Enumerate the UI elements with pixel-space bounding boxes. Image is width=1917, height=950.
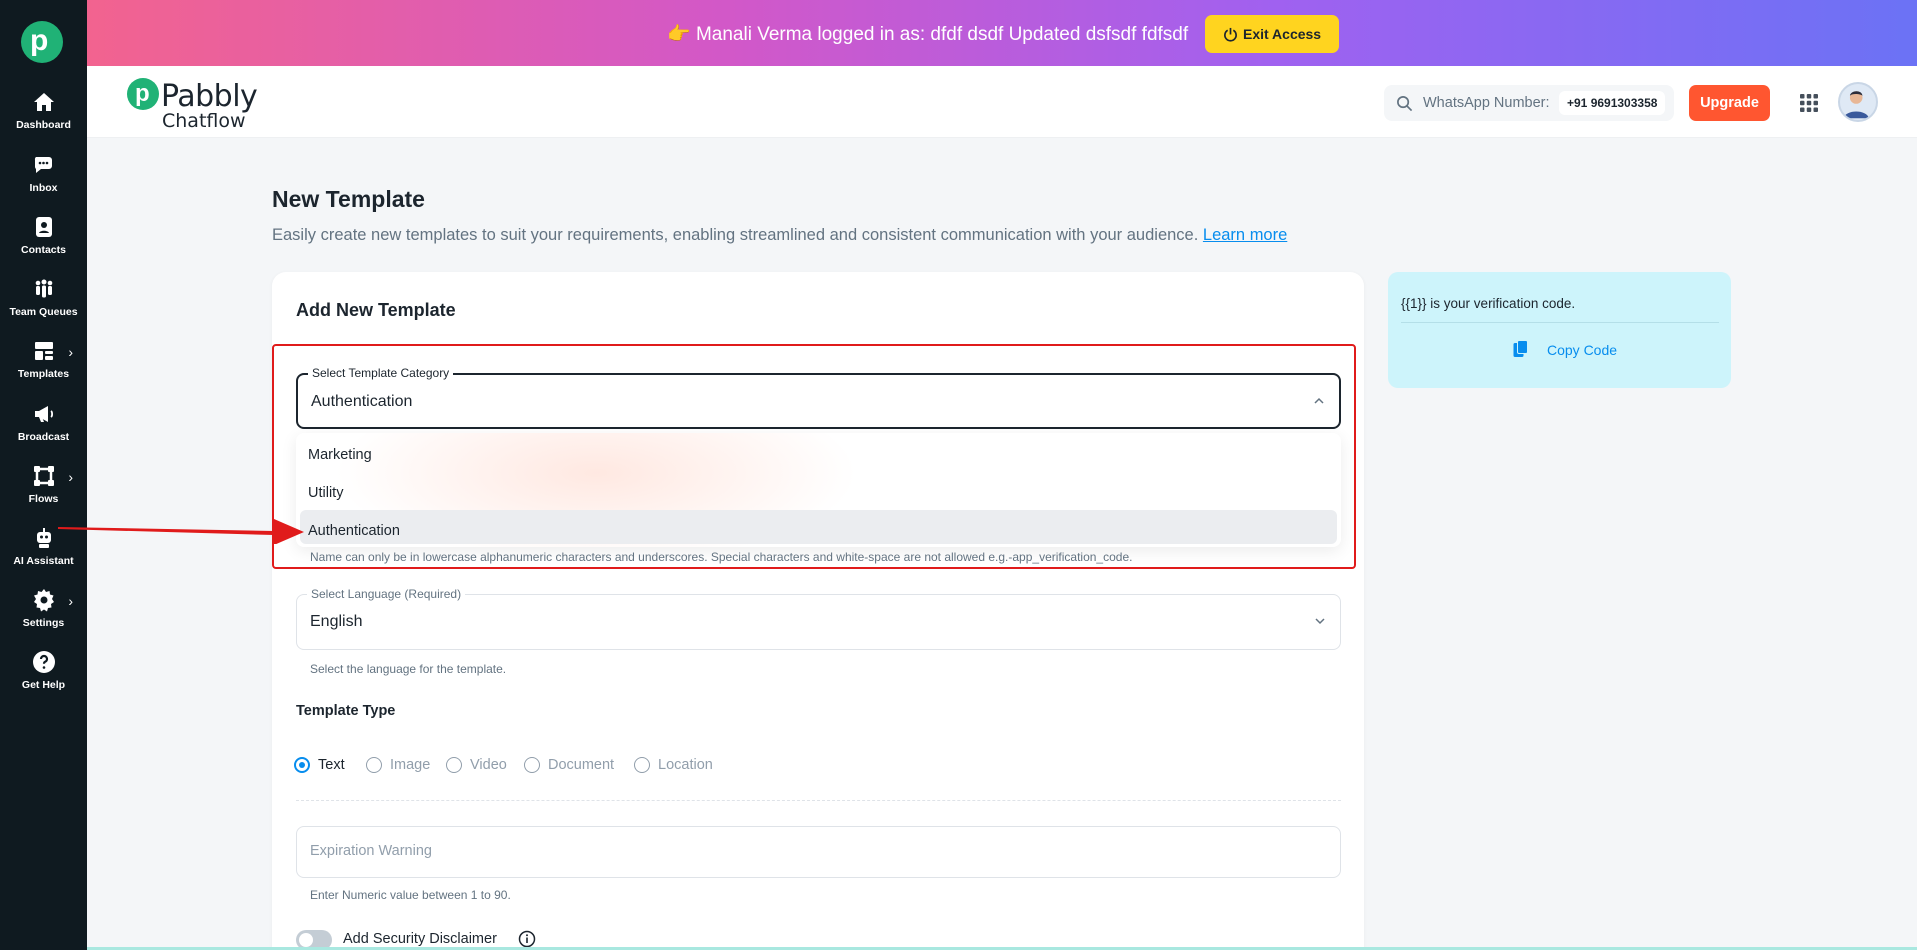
security-disclaimer-label: Add Security Disclaimer — [343, 931, 497, 947]
card-title: Add New Template — [296, 300, 456, 320]
gear-icon — [33, 589, 54, 612]
pointing-hand-icon: 👉 — [667, 24, 691, 45]
sidebar-item-label: AI Assistant — [13, 555, 74, 567]
sidebar-item-label: Get Help — [21, 679, 66, 691]
section-divider — [296, 800, 1341, 801]
copy-icon — [1513, 340, 1528, 357]
search-icon — [1397, 96, 1413, 112]
radio-label: Location — [658, 757, 713, 773]
sidebar-item-contacts[interactable]: Contacts — [0, 215, 87, 271]
chevron-right-icon: › — [68, 344, 73, 360]
language-label: Select Language (Required) — [307, 587, 466, 601]
language-select[interactable]: Select Language (Required) English — [296, 587, 1341, 650]
banner-text: Manali Verma logged in as: dfdf dsdf Upd… — [695, 24, 1189, 45]
annotation-arrow-icon — [58, 519, 304, 544]
page-title: New Template — [272, 186, 425, 212]
help-icon — [32, 651, 55, 673]
sidebar-item-templates[interactable]: Templates › — [0, 339, 87, 395]
chat-icon — [34, 157, 52, 173]
chevron-right-icon: › — [68, 593, 73, 609]
page-subtitle-text: Easily create new templates to suit your… — [272, 226, 1199, 244]
radio-label: Text — [318, 757, 345, 773]
sidebar-item-broadcast[interactable]: Broadcast — [0, 402, 87, 458]
radio-unchecked-icon — [524, 757, 540, 773]
language-helper-text: Select the language for the template. — [310, 662, 507, 676]
top-header: p Pabbly Chatflow WhatsApp Number: +91 9… — [87, 66, 1917, 138]
sidebar-item-label: Team Queues — [9, 306, 78, 318]
chevron-down-icon — [1315, 618, 1325, 625]
radio-unchecked-icon — [366, 757, 382, 773]
brand-subtitle: Chatflow — [162, 110, 246, 132]
radio-unchecked-icon — [634, 757, 650, 773]
copy-code-label: Copy Code — [1547, 342, 1618, 358]
template-preview: {{1}} is your verification code. Copy Co… — [1388, 272, 1731, 388]
upgrade-button[interactable]: Upgrade — [1689, 85, 1770, 121]
info-icon[interactable] — [518, 930, 536, 948]
whatsapp-number-label: WhatsApp Number: — [1423, 95, 1550, 111]
home-icon — [33, 93, 54, 111]
sidebar-item-inbox[interactable]: Inbox — [0, 153, 87, 209]
expiration-warning-placeholder: Expiration Warning — [310, 843, 432, 859]
app-logo-icon[interactable]: p — [21, 21, 63, 63]
radio-label: Document — [548, 757, 615, 773]
chevron-right-icon: › — [68, 469, 73, 485]
preview-divider — [1401, 322, 1719, 323]
sidebar-item-dashboard[interactable]: Dashboard — [0, 90, 87, 146]
flow-icon — [33, 466, 54, 486]
sidebar-item-settings[interactable]: Settings › — [0, 588, 87, 644]
team-icon — [35, 279, 52, 298]
template-icon — [34, 342, 53, 360]
sidebar-item-label: Dashboard — [16, 119, 71, 131]
radio-unchecked-icon — [446, 757, 462, 773]
contact-icon — [35, 217, 52, 237]
sidebar-item-get-help[interactable]: Get Help — [0, 650, 87, 706]
expiration-warning-input[interactable]: Expiration Warning — [296, 826, 1341, 878]
learn-more-link[interactable]: Learn more — [1203, 226, 1287, 244]
user-avatar[interactable] — [1838, 82, 1878, 122]
impersonation-banner: 👉 Manali Verma logged in as: dfdf dsdf U… — [87, 0, 1917, 66]
sidebar-item-flows[interactable]: Flows › — [0, 464, 87, 520]
sidebar-item-label: Broadcast — [17, 431, 70, 443]
expiration-helper-text: Enter Numeric value between 1 to 90. — [310, 888, 511, 902]
whatsapp-number-value: +91 9691303358 — [1559, 91, 1666, 115]
sidebar: p Dashboard Inbox Contacts Team Queues T… — [0, 0, 87, 950]
exit-access-label: Exit Access — [1243, 26, 1322, 42]
page-subtitle: Easily create new templates to suit your… — [272, 226, 1287, 245]
brand-name: Pabbly — [161, 79, 258, 114]
sidebar-item-team-queues[interactable]: Team Queues — [0, 277, 87, 333]
template-type-title: Template Type — [296, 703, 396, 719]
radio-label: Video — [470, 757, 507, 773]
brand-logo-icon[interactable]: p — [127, 78, 159, 110]
exit-access-button[interactable]: Exit Access — [1205, 15, 1339, 53]
sidebar-item-label: Settings — [22, 617, 65, 629]
whatsapp-number-selector[interactable]: WhatsApp Number: +91 9691303358 — [1384, 85, 1674, 121]
sidebar-item-label: Templates — [17, 368, 70, 380]
radio-label: Image — [390, 757, 431, 773]
user-icon — [1843, 91, 1869, 119]
preview-message: {{1}} is your verification code. — [1401, 296, 1576, 311]
apps-grid-button[interactable] — [1791, 85, 1827, 121]
language-value: English — [310, 613, 363, 630]
robot-icon — [36, 528, 51, 548]
banner-message: 👉 Manali Verma logged in as: dfdf dsdf U… — [667, 22, 1188, 46]
annotation-highlight-box — [272, 344, 1356, 569]
sidebar-item-label: Inbox — [29, 182, 58, 194]
radio-checked-icon — [294, 757, 310, 773]
megaphone-icon — [34, 406, 53, 422]
sidebar-item-label: Flows — [28, 493, 59, 505]
sidebar-item-label: Contacts — [21, 244, 66, 256]
grid-icon — [1800, 94, 1818, 112]
power-icon — [1224, 27, 1237, 42]
